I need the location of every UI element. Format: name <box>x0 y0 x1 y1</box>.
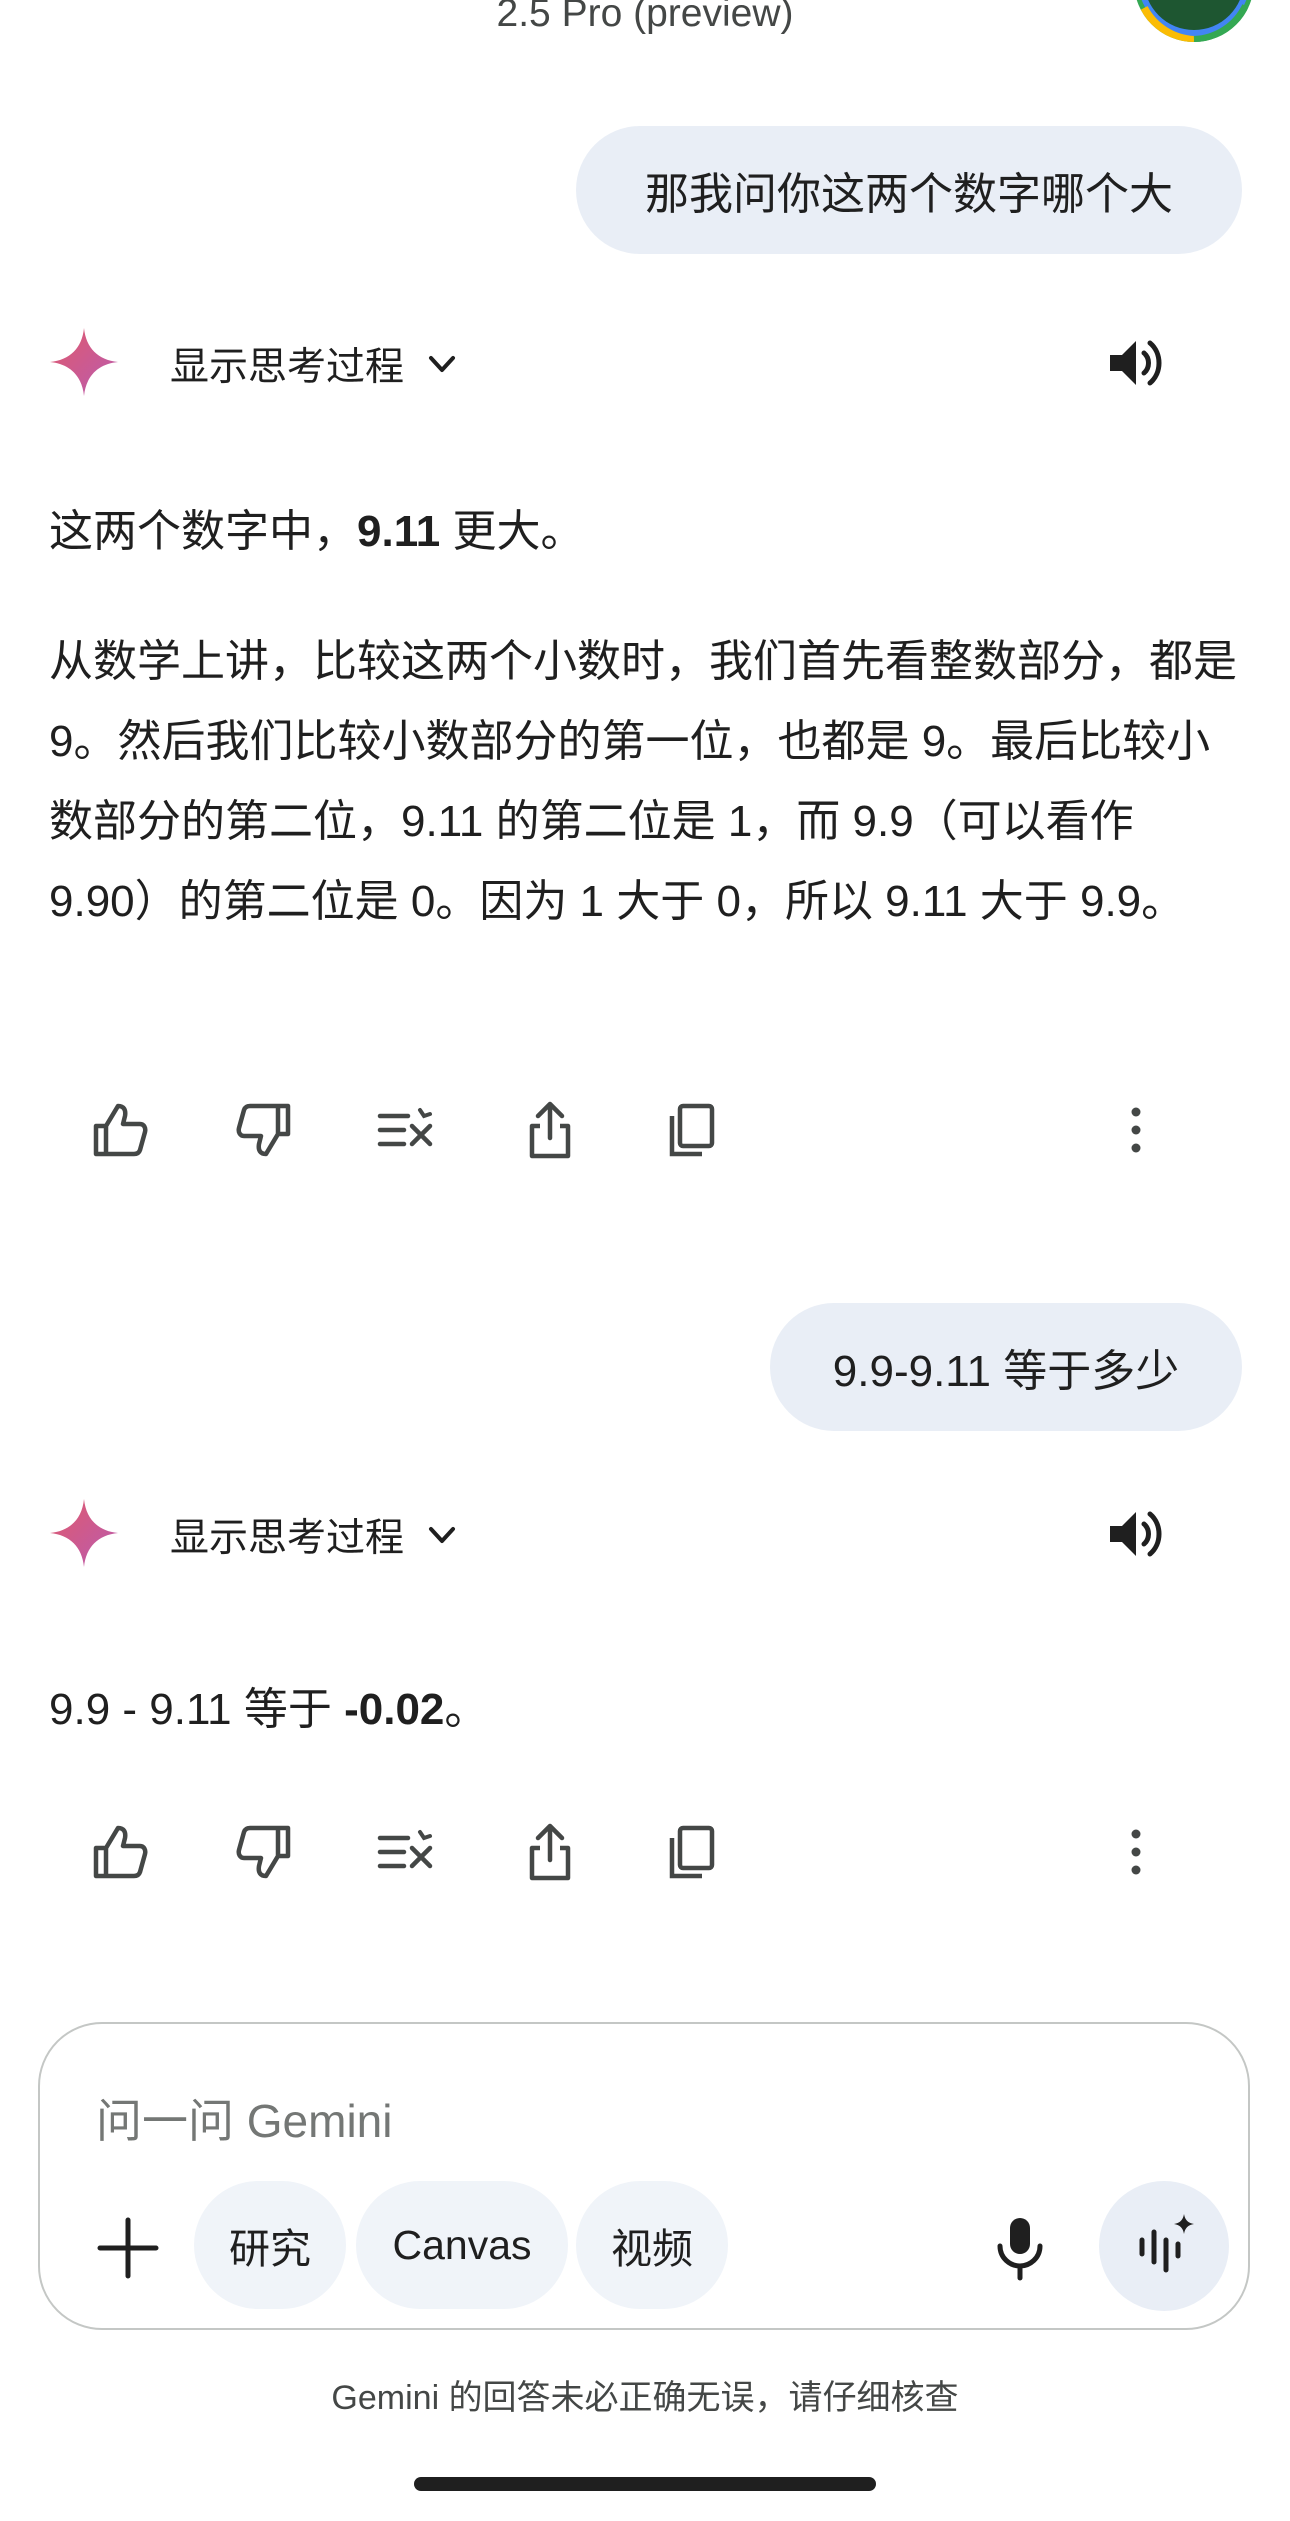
response-actions-bar <box>0 1090 1290 1170</box>
gemini-spark-icon <box>48 1497 120 1569</box>
chevron-down-icon <box>429 356 456 372</box>
response-bold-value: 9.11 <box>357 507 441 556</box>
response-text-part: 这两个数字中， <box>49 507 357 556</box>
speaker-icon[interactable] <box>1104 331 1168 395</box>
gemini-spark-icon <box>48 326 120 398</box>
live-voice-button[interactable] <box>1099 2181 1229 2311</box>
model-title[interactable]: 2.5 Pro (preview) <box>0 0 1290 36</box>
thumb-up-icon[interactable] <box>88 1098 152 1162</box>
thumb-up-icon[interactable] <box>88 1820 152 1884</box>
modify-response-icon[interactable] <box>374 1098 438 1162</box>
show-thinking-toggle[interactable]: 显示思考过程 <box>170 336 462 392</box>
user-message-text: 9.9-9.11 等于多少 <box>832 1347 1180 1396</box>
chip-label: 视频 <box>611 2226 693 2272</box>
live-waveform-icon <box>1139 2214 1194 2273</box>
show-thinking-toggle[interactable]: 显示思考过程 <box>170 1507 462 1563</box>
chip-canvas[interactable]: Canvas <box>356 2181 568 2309</box>
share-icon[interactable] <box>518 1098 582 1162</box>
response-text-part: 更大。 <box>440 507 585 556</box>
home-indicator[interactable] <box>414 2477 876 2491</box>
chip-label: 研究 <box>229 2226 311 2272</box>
show-thinking-label: 显示思考过程 <box>170 1517 405 1560</box>
chip-label: Canvas <box>392 2221 532 2268</box>
thumb-down-icon[interactable] <box>232 1820 296 1884</box>
user-message-text: 那我问你这两个数字哪个大 <box>645 170 1173 219</box>
plus-icon[interactable] <box>92 2212 164 2284</box>
user-message-bubble[interactable]: 那我问你这两个数字哪个大 <box>576 126 1242 254</box>
response-text-part: 9.9 - 9.11 等于 <box>49 1685 345 1734</box>
disclaimer-text: Gemini 的回答未必正确无误，请仔细核查 <box>331 2379 959 2417</box>
response-actions-bar <box>0 1812 1290 1892</box>
microphone-icon[interactable] <box>984 2212 1056 2284</box>
thumb-down-icon[interactable] <box>232 1098 296 1162</box>
response-paragraph-1: 这两个数字中，9.11 更大。 <box>49 492 1249 572</box>
show-thinking-label: 显示思考过程 <box>170 346 405 389</box>
user-message-bubble[interactable]: 9.9-9.11 等于多少 <box>770 1303 1242 1431</box>
response-paragraph-2: 从数学上讲，比较这两个小数时，我们首先看整数部分，都是 9。然后我们比较小数部分… <box>49 637 1237 926</box>
speaker-icon[interactable] <box>1104 1502 1168 1566</box>
chip-research[interactable]: 研究 <box>194 2181 346 2309</box>
more-vert-icon[interactable] <box>1104 1098 1168 1162</box>
copy-icon[interactable] <box>660 1820 724 1884</box>
chevron-down-icon <box>429 1527 456 1543</box>
response-paragraph-1: 9.9 - 9.11 等于 -0.02。 <box>49 1670 1249 1750</box>
response-text-part: 。 <box>444 1685 489 1734</box>
copy-icon[interactable] <box>660 1098 724 1162</box>
more-vert-icon[interactable] <box>1104 1820 1168 1884</box>
modify-response-icon[interactable] <box>374 1820 438 1884</box>
response-bold-value: -0.02 <box>344 1685 445 1734</box>
share-icon[interactable] <box>518 1820 582 1884</box>
chip-video[interactable]: 视频 <box>576 2181 728 2309</box>
prompt-input-placeholder[interactable]: 问一问 Gemini <box>96 2085 392 2151</box>
